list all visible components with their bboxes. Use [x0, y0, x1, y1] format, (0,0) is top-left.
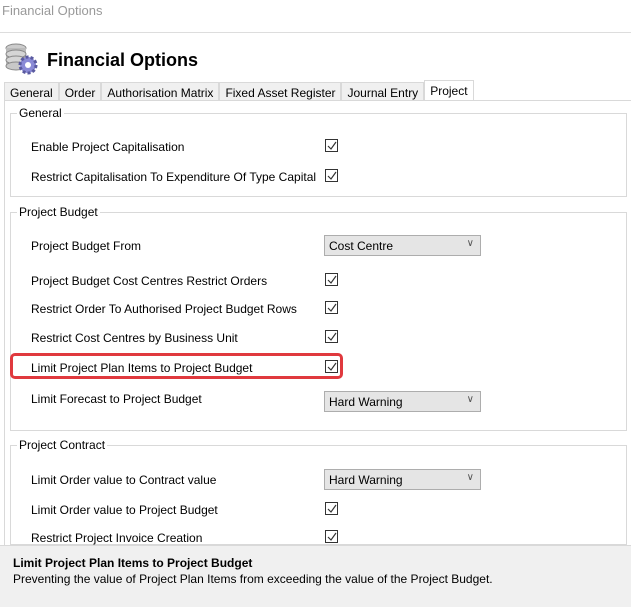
group-project-contract: Project Contract: [10, 438, 627, 545]
restrict-order-authorised-rows-label: Restrict Order To Authorised Project Bud…: [31, 302, 297, 316]
restrict-order-authorised-rows-checkbox[interactable]: [325, 301, 338, 314]
project-budget-from-dropdown[interactable]: Cost Centre ∨: [324, 235, 481, 256]
group-title: Project Contract: [17, 438, 108, 452]
restrict-cost-centres-business-unit-checkbox[interactable]: [325, 330, 338, 343]
checkmark-icon: [327, 504, 337, 513]
chevron-down-icon: ∨: [466, 472, 474, 483]
limit-forecast-dropdown[interactable]: Hard Warning ∨: [324, 391, 481, 412]
description-text: Preventing the value of Project Plan Ite…: [13, 572, 493, 586]
tab-order[interactable]: Order: [58, 82, 102, 101]
checkmark-icon: [327, 141, 337, 150]
window-title: Financial Options: [2, 3, 103, 18]
limit-forecast-label: Limit Forecast to Project Budget: [31, 392, 202, 406]
checkmark-icon: [327, 332, 337, 341]
tab-general[interactable]: General: [4, 82, 59, 101]
checkmark-icon: [327, 532, 337, 541]
restrict-capitalisation-label: Restrict Capitalisation To Expenditure O…: [31, 170, 317, 184]
chevron-down-icon: ∨: [466, 238, 474, 249]
limit-order-project-budget-label: Limit Order value to Project Budget: [31, 503, 218, 517]
project-budget-from-label: Project Budget From: [31, 239, 142, 253]
description-title: Limit Project Plan Items to Project Budg…: [13, 556, 253, 570]
checkmark-icon: [327, 275, 337, 284]
dropdown-value: Hard Warning: [329, 395, 403, 409]
checkmark-icon: [327, 303, 337, 312]
tab-fixed-asset-register[interactable]: Fixed Asset Register: [219, 82, 342, 101]
page-title: Financial Options: [47, 50, 199, 70]
checkmark-icon: [327, 171, 337, 180]
group-title: General: [17, 106, 64, 120]
coins-gear-icon: [3, 40, 39, 76]
restrict-cost-centres-business-unit-label: Restrict Cost Centres by Business Unit: [31, 331, 238, 345]
enable-project-capitalisation-checkbox[interactable]: [325, 139, 338, 152]
dropdown-value: Cost Centre: [329, 239, 394, 253]
restrict-project-invoice-label: Restrict Project Invoice Creation: [31, 531, 203, 545]
restrict-project-invoice-checkbox[interactable]: [325, 530, 338, 543]
tab-authorisation-matrix[interactable]: Authorisation Matrix: [101, 82, 220, 101]
tab-project[interactable]: Project: [424, 80, 474, 100]
dropdown-value: Hard Warning: [329, 473, 403, 487]
budget-cost-centres-restrict-orders-label: Project Budget Cost Centres Restrict Ord…: [31, 274, 268, 288]
group-general: General: [10, 106, 627, 197]
limit-order-contract-value-label: Limit Order value to Contract value: [31, 473, 217, 487]
highlight-box: [10, 353, 343, 379]
tab-journal-entry[interactable]: Journal Entry: [341, 82, 425, 101]
budget-cost-centres-restrict-orders-checkbox[interactable]: [325, 273, 338, 286]
group-title: Project Budget: [17, 205, 100, 219]
limit-order-contract-value-dropdown[interactable]: Hard Warning ∨: [324, 469, 481, 490]
limit-order-project-budget-checkbox[interactable]: [325, 502, 338, 515]
tab-bar: General Order Authorisation Matrix Fixed…: [4, 80, 474, 101]
description-panel: Limit Project Plan Items to Project Budg…: [0, 545, 631, 607]
restrict-capitalisation-checkbox[interactable]: [325, 169, 338, 182]
project-settings-panel[interactable]: General Project Budget Project Contract …: [4, 100, 631, 545]
divider: [0, 32, 631, 33]
enable-project-capitalisation-label: Enable Project Capitalisation: [31, 140, 185, 154]
chevron-down-icon: ∨: [466, 394, 474, 405]
